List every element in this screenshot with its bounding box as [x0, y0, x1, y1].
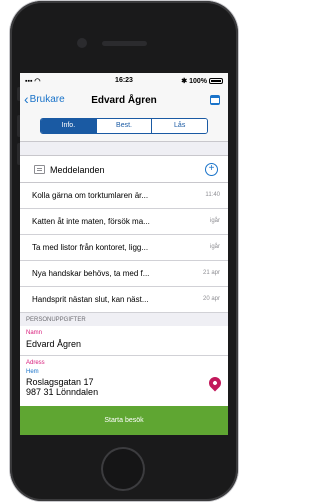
tab-las[interactable]: Lås: [151, 119, 207, 133]
name-label: Namn: [26, 330, 43, 336]
battery-percent: 100%: [189, 77, 207, 85]
start-visit-button[interactable]: Starta besök: [20, 406, 228, 435]
name-value: Edvard Ågren: [26, 339, 82, 349]
plus-icon: +: [208, 163, 215, 174]
tab-best[interactable]: Best.: [95, 119, 152, 133]
front-camera: [77, 38, 87, 48]
address-postal: 987 31 Lönndalen: [26, 387, 99, 397]
message-text: Ta med listor från kontoret, ligg...: [32, 243, 149, 252]
app-screen: ▪▪▪ ◠ 16:23 ✱ 100% ‹ Brukare Edvard Ågre…: [20, 73, 228, 435]
battery-icon: [209, 78, 223, 84]
message-row[interactable]: Nya handskar behövs, ta med f... 21 apr: [20, 261, 228, 287]
message-text: Katten åt inte maten, försök ma...: [32, 217, 150, 226]
message-date: igår: [209, 218, 220, 224]
address-field[interactable]: Adress Hem Roslagsgatan 17 987 31 Lönnda…: [20, 356, 228, 406]
page-title: Edvard Ågren: [91, 95, 157, 106]
address-street: Roslagsgatan 17: [26, 377, 94, 387]
calendar-icon[interactable]: [210, 95, 220, 105]
message-row[interactable]: Handsprit nästan slut, kan näst... 20 ap…: [20, 287, 228, 313]
status-bar: ▪▪▪ ◠ 16:23 ✱ 100%: [20, 73, 228, 89]
message-text: Nya handskar behövs, ta med f...: [32, 269, 150, 278]
message-text: Handsprit nästan slut, kan näst...: [32, 295, 149, 304]
address-label: Adress: [26, 360, 45, 366]
message-row[interactable]: Katten åt inte maten, försök ma... igår: [20, 209, 228, 235]
earpiece-speaker: [102, 41, 147, 46]
messages-title: Meddelanden: [50, 165, 105, 175]
section-header: PERSONUPPGIFTER: [20, 314, 228, 326]
message-date: 21 apr: [202, 270, 220, 276]
section-title: PERSONUPPGIFTER: [26, 317, 86, 323]
phone-frame: ▪▪▪ ◠ 16:23 ✱ 100% ‹ Brukare Edvard Ågre…: [10, 1, 238, 501]
add-message-button[interactable]: +: [205, 163, 218, 176]
home-button[interactable]: [101, 447, 145, 491]
messages-header: Meddelanden +: [20, 155, 228, 183]
map-pin-icon[interactable]: [206, 374, 224, 392]
message-date: 20 apr: [202, 296, 220, 302]
message-row[interactable]: Ta med listor från kontoret, ligg... igå…: [20, 235, 228, 261]
message-row[interactable]: Kolla gärna om torktumlaren är... 11:40: [20, 183, 228, 209]
navigation-bar: ‹ Brukare Edvard Ågren: [20, 89, 228, 111]
message-date: 11:40: [205, 192, 220, 198]
address-type: Hem: [26, 369, 39, 375]
message-text: Kolla gärna om torktumlaren är...: [32, 191, 149, 200]
segment-bar: Info. Best. Lås: [20, 111, 228, 142]
message-icon: [34, 165, 45, 174]
bluetooth-icon: ✱: [181, 78, 188, 85]
name-field: Namn Edvard Ågren: [20, 326, 228, 356]
message-date: igår: [209, 244, 220, 250]
tab-info[interactable]: Info.: [41, 119, 96, 133]
segmented-control: Info. Best. Lås: [40, 118, 208, 134]
status-right: ✱ 100%: [181, 77, 223, 85]
